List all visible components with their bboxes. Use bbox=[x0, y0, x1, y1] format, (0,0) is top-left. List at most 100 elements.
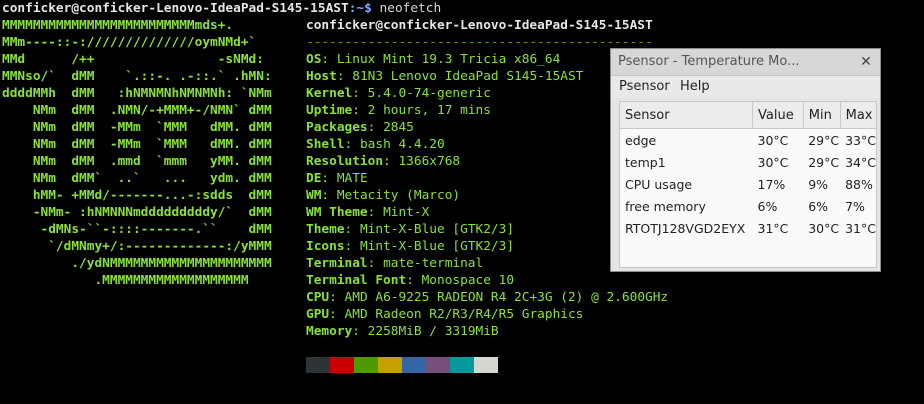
psensor-window[interactable]: Psensor - Temperature Mo... ✕ Psensor He… bbox=[610, 48, 881, 272]
info-line: DE: MATE bbox=[306, 171, 368, 186]
sensor-value: 17% bbox=[757, 176, 786, 192]
info-line: CPU: AMD A6-9225 RADEON R4 2C+3G (2) @ 2… bbox=[306, 290, 669, 305]
sensor-max: 33°C bbox=[845, 132, 876, 148]
logo-line: NMm dMM` ..` ... ydm. dMM bbox=[2, 171, 272, 186]
sensor-name: free memory bbox=[625, 198, 706, 214]
table-row[interactable]: temp1 30°C 29°C 34°C bbox=[620, 151, 876, 173]
color-swatch bbox=[354, 357, 378, 373]
info-key: WM Theme bbox=[306, 205, 368, 220]
info-value: Metacity (Marco) bbox=[336, 188, 461, 203]
info-value: 2 hours, 17 mins bbox=[367, 103, 491, 118]
info-value: Mint-X-Blue [GTK2/3] bbox=[359, 222, 515, 237]
info-key: Shell bbox=[306, 137, 345, 152]
info-value: Mint-X bbox=[383, 205, 430, 220]
logo-line: NMm dMM .NMN/-+MMM+-/NMN` dMM bbox=[2, 103, 272, 118]
color-swatch bbox=[402, 357, 426, 373]
info-key: Uptime bbox=[306, 103, 353, 118]
sensor-max: 31°C bbox=[845, 220, 876, 236]
menu-help[interactable]: Help bbox=[680, 79, 710, 94]
info-key: DE bbox=[306, 171, 322, 186]
info-line: Icons: Mint-X-Blue [GTK2/3] bbox=[306, 239, 515, 254]
info-key: WM bbox=[306, 188, 322, 203]
info-key: Packages bbox=[306, 120, 368, 135]
sensor-min: 9% bbox=[808, 176, 829, 192]
table-row[interactable]: CPU usage 17% 9% 88% bbox=[620, 173, 876, 195]
info-key: Theme bbox=[306, 222, 345, 237]
info-key: Kernel bbox=[306, 86, 353, 101]
info-line: WM Theme: Mint-X bbox=[306, 205, 430, 220]
sensor-min: 29°C bbox=[808, 132, 840, 148]
info-line: Shell: bash 4.4.20 bbox=[306, 137, 445, 152]
color-swatch bbox=[378, 357, 402, 373]
sensor-value: 31°C bbox=[757, 220, 789, 236]
info-value: Monospace 10 bbox=[421, 273, 515, 288]
sensor-name: temp1 bbox=[625, 154, 666, 170]
info-value: 5.4.0-74-generic bbox=[367, 86, 491, 101]
info-line: Kernel: 5.4.0-74-generic bbox=[306, 86, 491, 101]
column-header-value[interactable]: Value bbox=[752, 102, 804, 129]
info-line: Host: 81N3 Lenovo IdeaPad S145-15AST bbox=[306, 69, 584, 84]
window-titlebar[interactable]: Psensor - Temperature Mo... ✕ bbox=[611, 49, 880, 76]
logo-line: .MMMMMMMMMMMMMMMMMMM bbox=[2, 273, 249, 288]
table-row[interactable]: edge 30°C 29°C 33°C bbox=[620, 129, 876, 152]
sensor-table: Sensor Value Min Max edge 30°C 29°C 33°C tem… bbox=[619, 101, 877, 268]
table-row[interactable]: RTOTJ128VGD2EYX 31°C 30°C 31°C bbox=[620, 217, 876, 239]
table-header-row: Sensor Value Min Max bbox=[620, 102, 876, 129]
info-key: Terminal Font bbox=[306, 273, 407, 288]
color-swatch bbox=[306, 357, 330, 373]
column-header-sensor[interactable]: Sensor bbox=[620, 102, 753, 129]
sensor-name: edge bbox=[625, 132, 657, 148]
info-key: Icons bbox=[306, 239, 345, 254]
menu-psensor[interactable]: Psensor bbox=[619, 79, 670, 94]
info-line: Terminal: mate-terminal bbox=[306, 256, 484, 271]
sensor-name: CPU usage bbox=[625, 176, 693, 192]
window-title: Psensor - Temperature Mo... bbox=[618, 54, 800, 69]
neofetch-separator: ----------------------------------------… bbox=[306, 35, 653, 50]
info-value: AMD A6-9225 RADEON R4 2C+3G (2) @ 2.600G… bbox=[344, 290, 669, 305]
info-value: Linux Mint 19.3 Tricia x86_64 bbox=[336, 52, 561, 67]
sensor-min: 29°C bbox=[808, 154, 840, 170]
sensor-min: 6% bbox=[808, 198, 829, 214]
color-swatch bbox=[450, 357, 474, 373]
info-key: Host bbox=[306, 69, 337, 84]
logo-line: -dMNs-``-::::-------.`` dMM bbox=[2, 222, 272, 237]
color-swatch bbox=[426, 357, 450, 373]
logo-line: ddddMMh dMM :hNMNMNhNMNMNh: `NMm bbox=[2, 86, 272, 101]
logo-line: MMm----::-://////////////oymNMd+` bbox=[2, 35, 257, 50]
sensor-name: RTOTJ128VGD2EYX bbox=[625, 220, 746, 236]
info-key: GPU bbox=[306, 307, 330, 322]
info-key: CPU bbox=[306, 290, 330, 305]
info-value: 2845 bbox=[383, 120, 414, 135]
close-icon[interactable]: ✕ bbox=[858, 54, 874, 70]
sensor-min: 30°C bbox=[808, 220, 840, 236]
info-value: Mint-X-Blue [GTK2/3] bbox=[359, 239, 515, 254]
sensor-max: 88% bbox=[845, 176, 873, 192]
info-line: GPU: AMD Radeon R2/R3/R4/R5 Graphics bbox=[306, 307, 584, 322]
table-row[interactable]: free memory 6% 6% 7% bbox=[620, 195, 876, 217]
color-palette bbox=[306, 357, 498, 373]
column-header-max[interactable]: Max bbox=[840, 102, 876, 129]
logo-line: NMm dMM -MMm `MMM dMM. dMM bbox=[2, 120, 272, 135]
info-value: MATE bbox=[336, 171, 368, 186]
info-line: Uptime: 2 hours, 17 mins bbox=[306, 103, 491, 118]
info-line: Terminal Font: Monospace 10 bbox=[306, 273, 515, 288]
info-key: Terminal bbox=[306, 256, 368, 271]
info-line: Packages: 2845 bbox=[306, 120, 414, 135]
column-header-min[interactable]: Min bbox=[803, 102, 841, 129]
sensor-max: 34°C bbox=[845, 154, 876, 170]
info-line: Memory: 2258MiB / 3319MiB bbox=[306, 324, 499, 339]
sensor-value: 30°C bbox=[757, 132, 789, 148]
info-value: 2258MiB / 3319MiB bbox=[367, 324, 499, 339]
logo-line: ./ydNMMMMMMMMMMMMMMMMMMMMM bbox=[2, 256, 272, 271]
logo-line: NMm dMM .mmd `mmm yMM. dMM bbox=[2, 154, 272, 169]
info-line: OS: Linux Mint 19.3 Tricia x86_64 bbox=[306, 52, 561, 67]
color-swatch bbox=[330, 357, 354, 373]
logo-line: MMd /++ -sNMd: bbox=[2, 52, 264, 67]
prompt-command: neofetch bbox=[371, 1, 442, 16]
info-key: Memory bbox=[306, 324, 353, 339]
logo-line: NMm dMM -MMm `MMM dMM. dMM bbox=[2, 137, 272, 152]
info-line: WM: Metacity (Marco) bbox=[306, 188, 461, 203]
info-line: Theme: Mint-X-Blue [GTK2/3] bbox=[306, 222, 515, 237]
info-value: AMD Radeon R2/R3/R4/R5 Graphics bbox=[344, 307, 584, 322]
info-value: 81N3 Lenovo IdeaPad S145-15AST bbox=[352, 69, 584, 84]
